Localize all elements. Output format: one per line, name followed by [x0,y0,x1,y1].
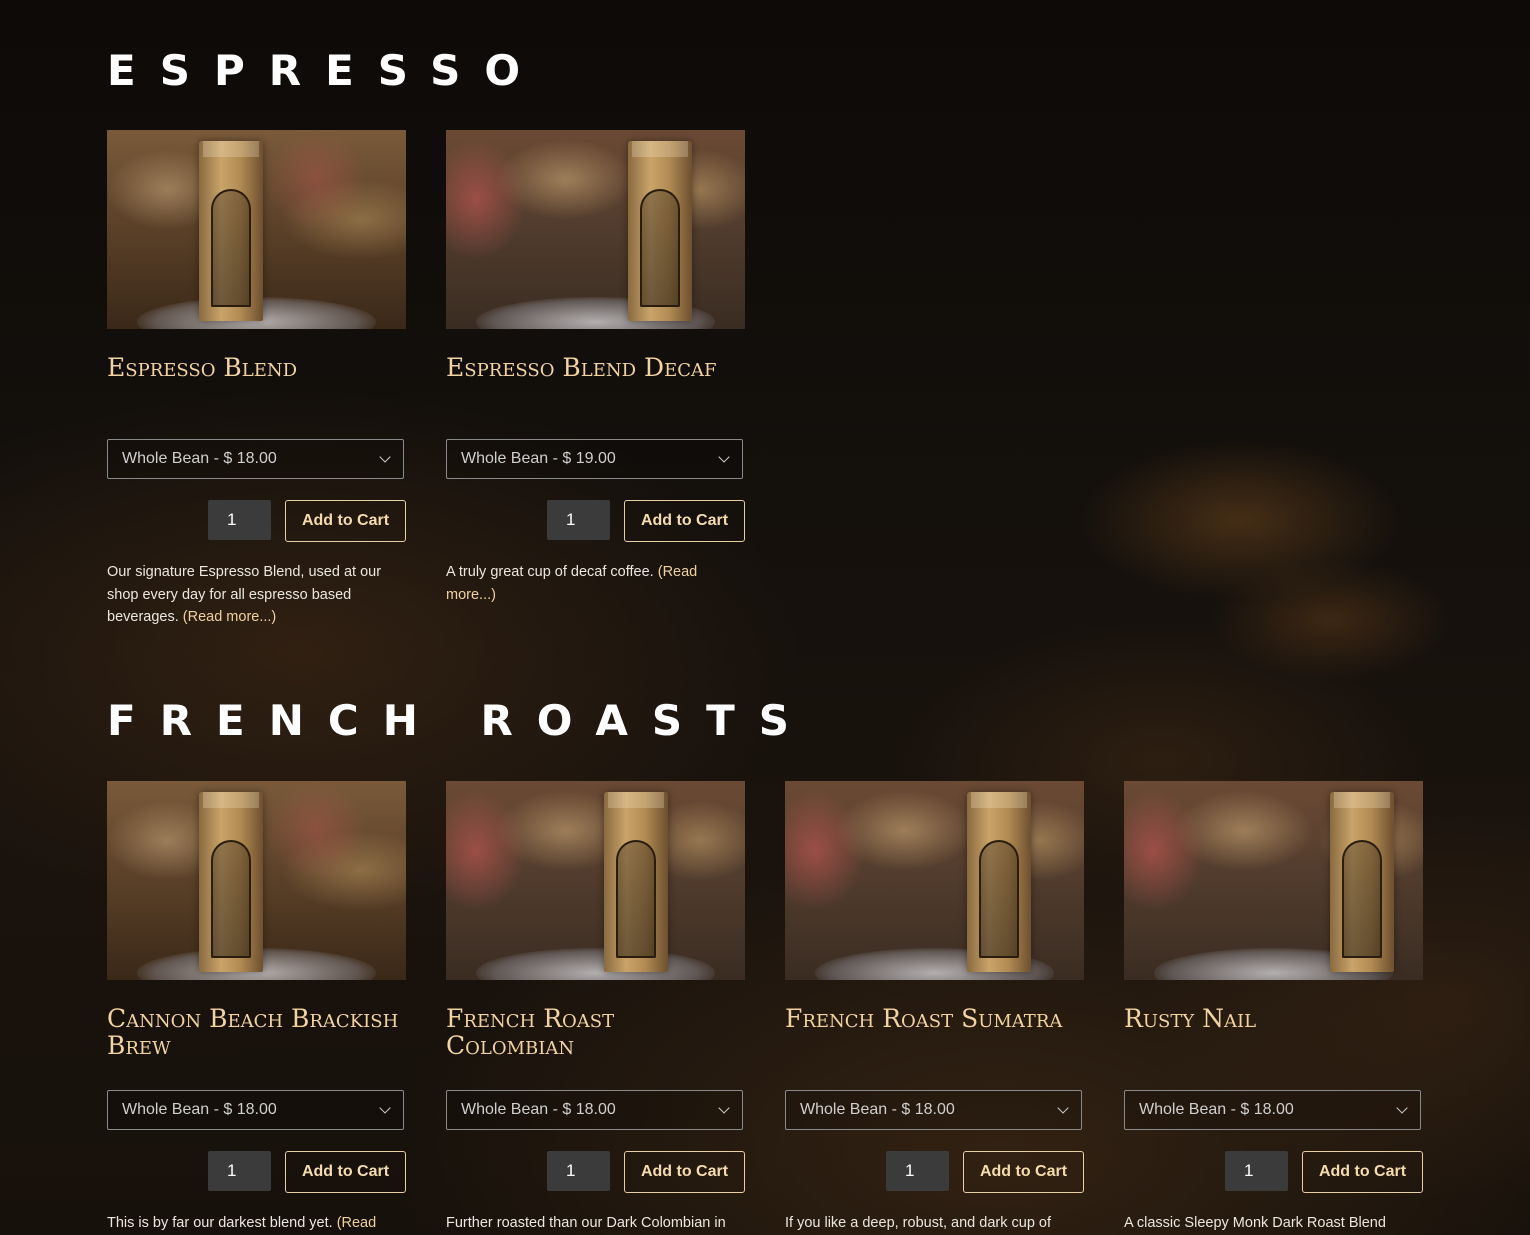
product-card-espresso-blend-decaf: Espresso Blend Decaf Whole Bean - $ 19.0… [446,130,745,603]
variant-select[interactable]: Whole Bean - $ 18.00 [446,1090,743,1130]
quantity-input[interactable]: 1 [1225,1151,1288,1191]
variant-select-value: Whole Bean - $ 18.00 [1139,1101,1294,1118]
variant-select[interactable]: Whole Bean - $ 18.00 [107,439,404,479]
add-to-cart-button[interactable]: Add to Cart [624,500,745,542]
variant-select-value: Whole Bean - $ 18.00 [800,1101,955,1118]
description-text: A truly great cup of decaf coffee. [446,564,658,580]
add-to-cart-button[interactable]: Add to Cart [285,1151,406,1193]
coffee-bag [199,792,263,972]
add-to-cart-button[interactable]: Add to Cart [1302,1151,1423,1193]
product-name[interactable]: Espresso Blend [107,354,406,381]
product-image[interactable] [107,130,406,329]
section-title-french-roasts: FRENCH ROASTS [107,696,814,745]
variant-select-value: Whole Bean - $ 18.00 [122,450,277,467]
product-card-rusty-nail: Rusty Nail Whole Bean - $ 18.00 1 Add to… [1124,781,1423,1231]
chevron-down-icon [718,451,730,463]
add-to-cart-button[interactable]: Add to Cart [963,1151,1084,1193]
product-card-french-roast-colombian: French Roast Colombian Whole Bean - $ 18… [446,781,745,1231]
product-image[interactable] [446,130,745,329]
product-image[interactable] [785,781,1084,980]
chevron-down-icon [379,1102,391,1114]
product-description: Our signature Espresso Blend, used at ou… [107,561,406,629]
coffee-bag [604,792,668,972]
chevron-down-icon [379,451,391,463]
quantity-input[interactable]: 1 [547,1151,610,1191]
product-name[interactable]: Rusty Nail [1124,1005,1423,1032]
coffee-bag [967,792,1031,972]
description-text: Further roasted than our Dark Colombian … [446,1215,726,1231]
add-to-cart-button[interactable]: Add to Cart [285,500,406,542]
product-card-cannon-beach-brackish-brew: Cannon Beach Brackish Brew Whole Bean - … [107,781,406,1231]
product-name[interactable]: French Roast Colombian [446,1005,745,1059]
read-more-link[interactable]: (Read [337,1215,377,1231]
quantity-input[interactable]: 1 [547,500,610,540]
glass-plate [475,948,716,980]
variant-select[interactable]: Whole Bean - $ 18.00 [1124,1090,1421,1130]
quantity-input[interactable]: 1 [208,500,271,540]
product-card-espresso-blend: Espresso Blend Whole Bean - $ 18.00 1 Ad… [107,130,406,625]
quantity-input[interactable]: 1 [208,1151,271,1191]
product-image[interactable] [1124,781,1423,980]
add-to-cart-button[interactable]: Add to Cart [624,1151,745,1193]
coffee-bag [199,141,263,321]
variant-select-value: Whole Bean - $ 18.00 [461,1101,616,1118]
coffee-bag [1330,792,1394,972]
variant-select-value: Whole Bean - $ 19.00 [461,450,616,467]
product-description: If you like a deep, robust, and dark cup… [785,1212,1084,1235]
product-name[interactable]: Espresso Blend Decaf [446,354,745,381]
product-name[interactable]: Cannon Beach Brackish Brew [107,1005,406,1059]
read-more-link[interactable]: (Read more...) [183,609,276,625]
product-description: A truly great cup of decaf coffee. (Read… [446,561,745,606]
product-image[interactable] [446,781,745,980]
product-name[interactable]: French Roast Sumatra [785,1005,1084,1032]
variant-select[interactable]: Whole Bean - $ 19.00 [446,439,743,479]
chevron-down-icon [718,1102,730,1114]
product-description: A classic Sleepy Monk Dark Roast Blend [1124,1212,1423,1235]
chevron-down-icon [1396,1102,1408,1114]
description-text: This is by far our darkest blend yet. [107,1215,337,1231]
variant-select[interactable]: Whole Bean - $ 18.00 [785,1090,1082,1130]
section-title-espresso: ESPRESSO [107,46,545,95]
product-image[interactable] [107,781,406,980]
description-text: If you like a deep, robust, and dark cup… [785,1215,1051,1231]
chevron-down-icon [1057,1102,1069,1114]
product-description: Further roasted than our Dark Colombian … [446,1212,745,1235]
variant-select[interactable]: Whole Bean - $ 18.00 [107,1090,404,1130]
quantity-input[interactable]: 1 [886,1151,949,1191]
coffee-bag [628,141,692,321]
variant-select-value: Whole Bean - $ 18.00 [122,1101,277,1118]
product-description: This is by far our darkest blend yet. (R… [107,1212,406,1235]
product-card-french-roast-sumatra: French Roast Sumatra Whole Bean - $ 18.0… [785,781,1084,1231]
description-text: A classic Sleepy Monk Dark Roast Blend [1124,1215,1386,1231]
